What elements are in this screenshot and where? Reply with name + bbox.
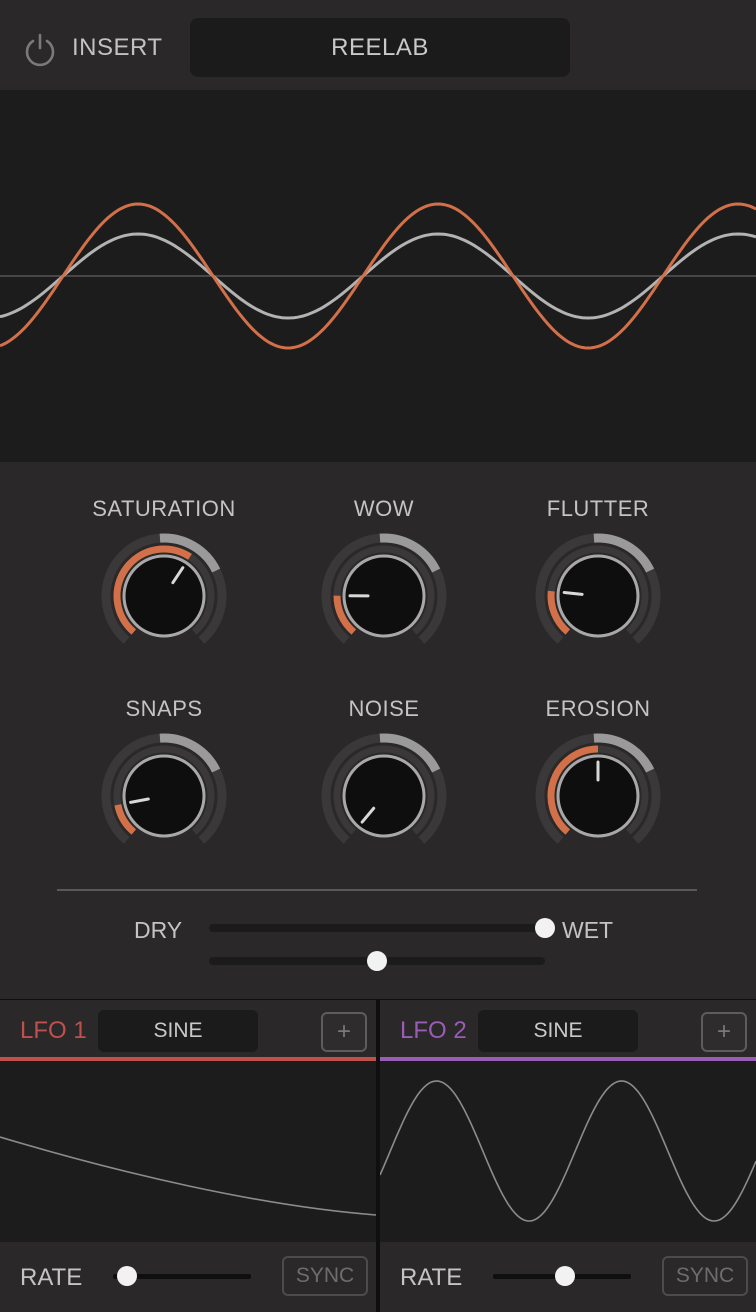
lfo1-add-button[interactable]: +	[321, 1012, 367, 1052]
knob-label: NOISE	[348, 696, 420, 721]
lfo2-waveform-value: SINE	[533, 1019, 583, 1042]
lfo2-sync-button[interactable]: SYNC	[662, 1256, 748, 1296]
lfo2-waveform-select[interactable]: SINE	[478, 1010, 638, 1052]
lfo1-sync-button[interactable]: SYNC	[282, 1256, 368, 1296]
lfo1-footer: RATE SYNC	[0, 1242, 376, 1312]
dry-label: DRY	[134, 917, 183, 943]
lfo2-title: LFO 2	[400, 1017, 467, 1044]
mode-label[interactable]: INSERT	[72, 34, 163, 62]
knob-label: SNAPS	[125, 696, 203, 721]
knob-body	[122, 754, 206, 838]
lfo2-header: LFO 2 SINE +	[380, 1000, 756, 1058]
knob-body	[122, 554, 206, 638]
lfo2-add-button[interactable]: +	[701, 1012, 747, 1052]
knob-pointer	[562, 590, 584, 596]
knob-erosion[interactable]: EROSION	[488, 662, 708, 852]
knob-body	[342, 754, 426, 838]
lfo2-rate-label: RATE	[400, 1264, 463, 1291]
secondary-slider-thumb[interactable]	[367, 951, 387, 971]
lfo2-curve	[380, 1080, 756, 1222]
preset-selector[interactable]: REELAB	[190, 18, 570, 77]
knob-saturation[interactable]: SATURATION	[54, 462, 274, 652]
lfo1-waveform-select[interactable]: SINE	[98, 1010, 258, 1052]
lfo1-waveform-value: SINE	[153, 1019, 203, 1042]
lfo2-rate-thumb[interactable]	[554, 1266, 575, 1286]
controls-panel: SATURATION WOW FLUTTER SNAPS NOISE EROSI…	[0, 462, 756, 1000]
dry-wet-slider-thumb[interactable]	[535, 918, 555, 938]
knob-label: SATURATION	[92, 496, 236, 521]
knob-noise[interactable]: NOISE	[274, 662, 494, 852]
noise-dial[interactable]	[314, 726, 454, 866]
lfo1-header: LFO 1 SINE +	[0, 1000, 376, 1058]
waveform-display	[0, 90, 756, 462]
lfo2-footer: RATE SYNC	[380, 1242, 756, 1312]
knob-label: EROSION	[545, 696, 651, 721]
divider	[57, 889, 697, 891]
power-icon[interactable]	[22, 32, 58, 68]
knob-body	[556, 554, 640, 638]
lfo1-rate-label: RATE	[20, 1264, 83, 1291]
saturation-dial[interactable]	[94, 526, 234, 666]
erosion-dial[interactable]	[528, 726, 668, 866]
preset-name: REELAB	[331, 33, 429, 61]
plus-icon: +	[336, 1018, 351, 1045]
plus-icon: +	[716, 1018, 731, 1045]
lfo1-sync-label: SYNC	[295, 1264, 355, 1287]
dry-wet-slider[interactable]	[209, 924, 545, 932]
lfo1-rate-thumb[interactable]	[116, 1266, 137, 1286]
snaps-dial[interactable]	[94, 726, 234, 866]
lfo1-plot	[0, 1136, 376, 1216]
wow-dial[interactable]	[314, 526, 454, 666]
flutter-dial[interactable]	[528, 526, 668, 666]
knob-label: FLUTTER	[546, 496, 650, 521]
wet-label: WET	[562, 917, 614, 943]
knob-flutter[interactable]: FLUTTER	[488, 462, 708, 652]
header-bar: INSERT REELAB	[0, 0, 756, 90]
knob-snaps[interactable]: SNAPS	[54, 662, 274, 852]
knob-label: WOW	[353, 496, 415, 521]
lfo1-curve	[0, 1136, 376, 1216]
lfo1-panel: LFO 1 SINE + RATE SYNC	[0, 1000, 376, 1312]
lfo2-sync-label: SYNC	[675, 1264, 735, 1287]
lfo2-panel: LFO 2 SINE + RATE SYNC	[380, 1000, 756, 1312]
waveform-plot	[0, 202, 756, 350]
lfo1-title: LFO 1	[20, 1017, 87, 1044]
lfo2-plot	[380, 1080, 756, 1222]
knob-wow[interactable]: WOW	[274, 462, 494, 652]
